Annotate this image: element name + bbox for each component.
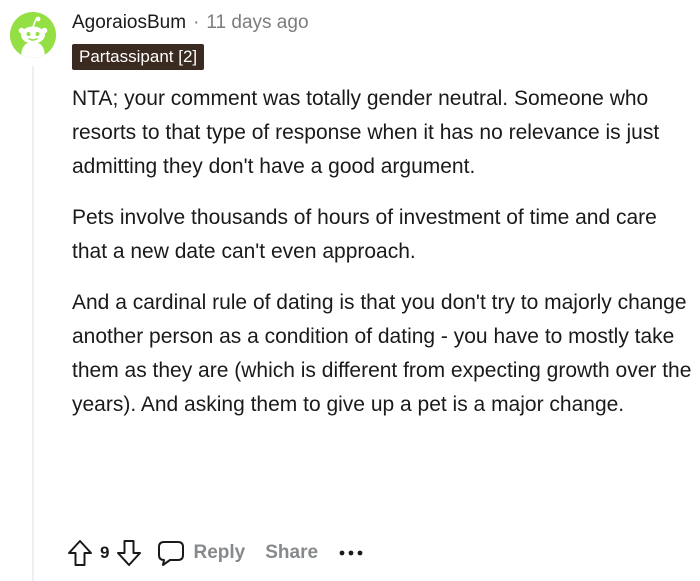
comment-body: NTA; your comment was totally gender neu… (72, 82, 692, 439)
separator-dot: · (193, 12, 200, 33)
comment-actions: 9 Reply Share (64, 533, 364, 573)
reply-button[interactable]: Reply (157, 539, 245, 567)
comment-paragraph: NTA; your comment was totally gender neu… (72, 87, 660, 178)
upvote-arrow-icon (68, 540, 92, 566)
user-avatar[interactable] (10, 12, 56, 58)
comment-header: AgoraiosBum · 11 days ago (72, 10, 309, 36)
downvote-button[interactable] (113, 535, 145, 571)
upvote-button[interactable] (64, 535, 96, 571)
share-button[interactable]: Share (265, 542, 318, 564)
ellipsis-icon (339, 550, 363, 556)
username[interactable]: AgoraiosBum (72, 12, 186, 34)
comment-paragraph: Pets involve thousands of hours of inves… (72, 206, 657, 263)
vote-count: 9 (100, 543, 110, 562)
snoo-avatar-icon (10, 12, 56, 58)
more-options-button[interactable] (338, 535, 364, 571)
comment: AgoraiosBum · 11 days ago Partassipant [… (0, 0, 700, 581)
user-flair: Partassipant [2] (72, 44, 205, 70)
share-label: Share (265, 542, 319, 563)
comment-paragraph: And a cardinal rule of dating is that yo… (72, 291, 692, 416)
speech-bubble-icon (158, 541, 185, 566)
timestamp[interactable]: 11 days ago (206, 12, 308, 34)
thread-line[interactable] (32, 66, 34, 581)
reply-label: Reply (193, 542, 246, 563)
downvote-arrow-icon (117, 540, 142, 566)
